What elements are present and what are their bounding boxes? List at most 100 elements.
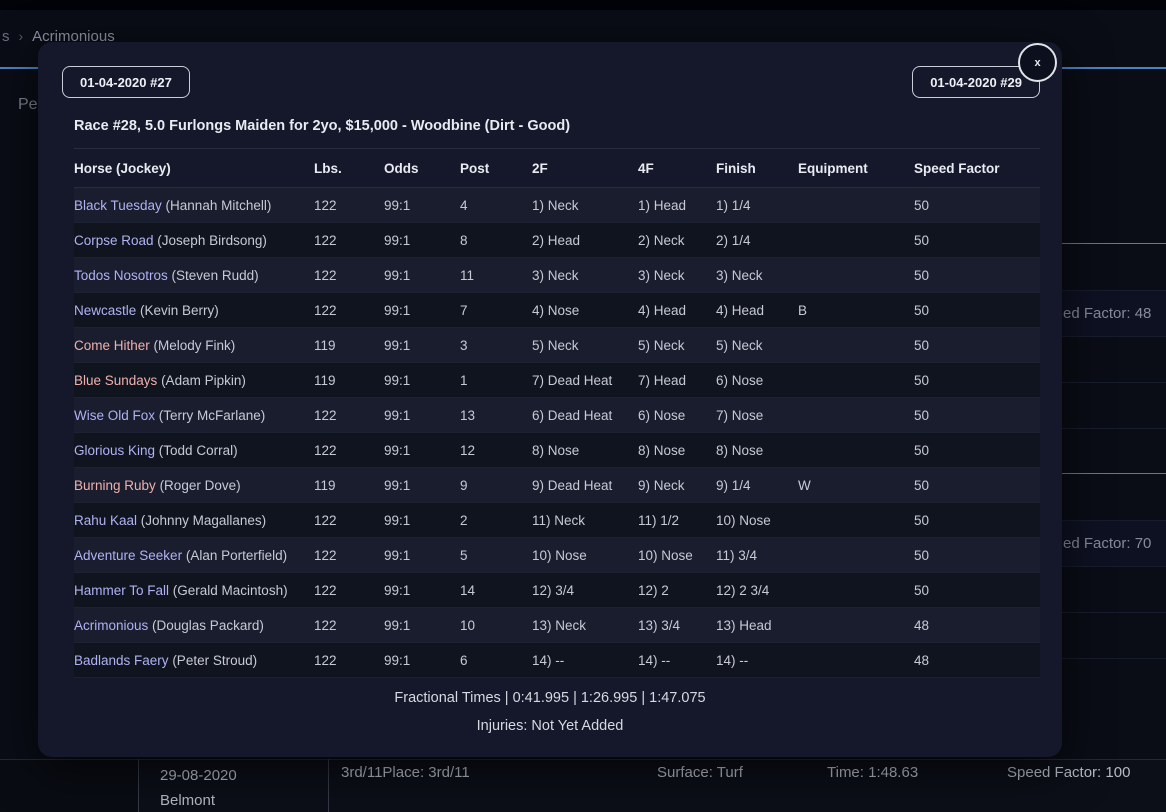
horse-link[interactable]: Badlands Faery (74, 653, 169, 668)
race-title: Race #28, 5.0 Furlongs Maiden for 2yo, $… (74, 118, 570, 134)
horse-jockey-cell: Todos Nosotros (Steven Rudd) (74, 268, 314, 283)
close-icon: x (1034, 57, 1040, 69)
race-row-surface: Surface: Turf (657, 764, 743, 781)
jockey-name: (Alan Porterfield) (182, 548, 287, 563)
speed-factor-cell: 50 (914, 513, 1040, 528)
finish-cell: 6) Nose (716, 373, 798, 388)
speed-factor-cell: 48 (914, 653, 1040, 668)
finish-cell: 8) Nose (716, 443, 798, 458)
fractional-times: Fractional Times | 0:41.995 | 1:26.995 |… (38, 690, 1062, 706)
race-row-time: Time: 1:48.63 (827, 764, 918, 781)
horse-link[interactable]: Newcastle (74, 303, 136, 318)
horse-link[interactable]: Corpse Road (74, 233, 154, 248)
2f-call-cell: 12) 3/4 (532, 583, 638, 598)
table-row: Newcastle (Kevin Berry) 122 99:1 7 4) No… (74, 293, 1040, 328)
2f-call-cell: 2) Head (532, 233, 638, 248)
odds-cell: 99:1 (384, 233, 460, 248)
horse-jockey-cell: Adventure Seeker (Alan Porterfield) (74, 548, 314, 563)
horse-link[interactable]: Black Tuesday (74, 198, 162, 213)
table-row: Burning Ruby (Roger Dove) 119 99:1 9 9) … (74, 468, 1040, 503)
close-button[interactable]: x (1018, 43, 1057, 82)
post-cell: 14 (460, 583, 532, 598)
horse-link[interactable]: Blue Sundays (74, 373, 157, 388)
4f-call-cell: 5) Neck (638, 338, 716, 353)
horse-link[interactable]: Rahu Kaal (74, 513, 137, 528)
lbs-cell: 119 (314, 373, 384, 388)
2f-call-cell: 7) Dead Heat (532, 373, 638, 388)
odds-cell: 99:1 (384, 653, 460, 668)
jockey-name: (Hannah Mitchell) (162, 198, 272, 213)
2f-call-cell: 3) Neck (532, 268, 638, 283)
2f-call-cell: 13) Neck (532, 618, 638, 633)
post-cell: 6 (460, 653, 532, 668)
finish-cell: 2) 1/4 (716, 233, 798, 248)
race-detail-dialog: 01-04-2020 #27 01-04-2020 #29 x Race #28… (38, 42, 1062, 757)
horse-link[interactable]: Glorious King (74, 443, 155, 458)
lbs-cell: 122 (314, 268, 384, 283)
speed-factor-cell: 50 (914, 198, 1040, 213)
column-header-horse: Horse (Jockey) (74, 161, 314, 176)
4f-call-cell: 11) 1/2 (638, 513, 716, 528)
table-row: Acrimonious (Douglas Packard) 122 99:1 1… (74, 608, 1040, 643)
background-speed-factor-48: ed Factor: 48 (1063, 305, 1151, 322)
lbs-cell: 122 (314, 198, 384, 213)
speed-factor-cell: 50 (914, 338, 1040, 353)
lbs-cell: 122 (314, 303, 384, 318)
2f-call-cell: 1) Neck (532, 198, 638, 213)
horse-link[interactable]: Wise Old Fox (74, 408, 155, 423)
lbs-cell: 122 (314, 583, 384, 598)
odds-cell: 99:1 (384, 548, 460, 563)
breadcrumb-parent-fragment[interactable]: s (2, 28, 10, 45)
odds-cell: 99:1 (384, 268, 460, 283)
jockey-name: (Peter Stroud) (169, 653, 258, 668)
post-cell: 3 (460, 338, 532, 353)
lbs-cell: 122 (314, 408, 384, 423)
odds-cell: 99:1 (384, 443, 460, 458)
4f-call-cell: 8) Nose (638, 443, 716, 458)
4f-call-cell: 13) 3/4 (638, 618, 716, 633)
odds-cell: 99:1 (384, 478, 460, 493)
2f-call-cell: 14) -- (532, 653, 638, 668)
finish-cell: 7) Nose (716, 408, 798, 423)
equipment-cell: W (798, 478, 914, 493)
post-cell: 9 (460, 478, 532, 493)
horse-jockey-cell: Newcastle (Kevin Berry) (74, 303, 314, 318)
horse-jockey-cell: Hammer To Fall (Gerald Macintosh) (74, 583, 314, 598)
horse-link[interactable]: Hammer To Fall (74, 583, 169, 598)
column-header-odds: Odds (384, 161, 460, 176)
finish-cell: 4) Head (716, 303, 798, 318)
2f-call-cell: 11) Neck (532, 513, 638, 528)
race-table-body: Black Tuesday (Hannah Mitchell) 122 99:1… (74, 188, 1040, 678)
background-column-border (328, 759, 329, 812)
4f-call-cell: 9) Neck (638, 478, 716, 493)
horse-link[interactable]: Acrimonious (74, 618, 148, 633)
post-cell: 7 (460, 303, 532, 318)
previous-race-button[interactable]: 01-04-2020 #27 (62, 66, 190, 98)
horse-link[interactable]: Come Hither (74, 338, 150, 353)
2f-call-cell: 8) Nose (532, 443, 638, 458)
speed-factor-cell: 50 (914, 443, 1040, 458)
background-left-gutter (0, 760, 138, 812)
post-cell: 11 (460, 268, 532, 283)
4f-call-cell: 7) Head (638, 373, 716, 388)
top-bar (0, 0, 1166, 10)
horse-link[interactable]: Todos Nosotros (74, 268, 168, 283)
odds-cell: 99:1 (384, 303, 460, 318)
speed-factor-cell: 50 (914, 583, 1040, 598)
speed-factor-cell: 50 (914, 548, 1040, 563)
table-row: Hammer To Fall (Gerald Macintosh) 122 99… (74, 573, 1040, 608)
background-column-border (138, 759, 139, 812)
finish-cell: 3) Neck (716, 268, 798, 283)
table-row: Rahu Kaal (Johnny Magallanes) 122 99:1 2… (74, 503, 1040, 538)
jockey-name: (Johnny Magallanes) (137, 513, 266, 528)
table-row: Badlands Faery (Peter Stroud) 122 99:1 6… (74, 643, 1040, 678)
jockey-name: (Roger Dove) (156, 478, 241, 493)
horse-link[interactable]: Adventure Seeker (74, 548, 182, 563)
jockey-name: (Joseph Birdsong) (154, 233, 267, 248)
horse-link[interactable]: Burning Ruby (74, 478, 156, 493)
odds-cell: 99:1 (384, 373, 460, 388)
column-header-speed: Speed Factor (914, 161, 1040, 176)
horse-jockey-cell: Acrimonious (Douglas Packard) (74, 618, 314, 633)
odds-cell: 99:1 (384, 408, 460, 423)
lbs-cell: 122 (314, 548, 384, 563)
